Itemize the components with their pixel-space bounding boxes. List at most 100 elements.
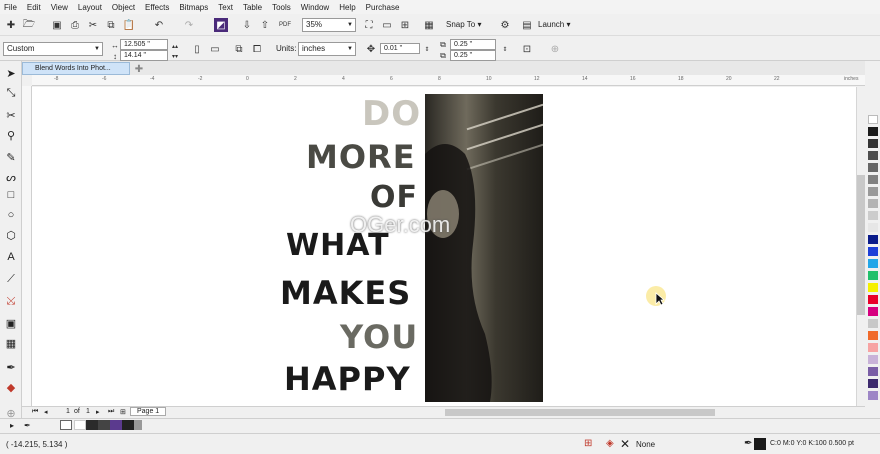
- palette-eyedropper-icon[interactable]: ✒: [24, 421, 31, 430]
- palette-swatch[interactable]: [868, 247, 878, 256]
- palette-arrow-icon[interactable]: ▸: [10, 421, 14, 430]
- connector-tool-icon[interactable]: ⟋: [3, 271, 19, 287]
- rulers-icon[interactable]: ⊞: [398, 18, 412, 32]
- zoom-combo[interactable]: 35% ▼: [302, 18, 356, 32]
- menu-table[interactable]: Table: [243, 3, 262, 12]
- undo-icon[interactable]: ↶: [152, 18, 166, 32]
- menu-bitmaps[interactable]: Bitmaps: [179, 3, 208, 12]
- portrait-photo[interactable]: [425, 94, 543, 402]
- artistic-media-icon[interactable]: ᔕ: [3, 169, 19, 185]
- duplicate-spin-icon[interactable]: ⇕: [498, 42, 512, 56]
- pick-tool-icon[interactable]: ➤: [3, 65, 19, 81]
- palette-swatch[interactable]: [868, 175, 878, 184]
- palette-swatch[interactable]: [868, 151, 878, 160]
- launch-icon[interactable]: ▤: [520, 18, 534, 32]
- import-icon[interactable]: ⇩: [240, 18, 254, 32]
- nudge-field[interactable]: 0.01 ": [380, 43, 420, 54]
- treat-as-filled-icon[interactable]: ⊡: [520, 42, 534, 56]
- zoom-tool-icon[interactable]: ⚲: [3, 127, 19, 143]
- fill-bucket-icon[interactable]: ◈: [606, 438, 614, 449]
- palette-swatch[interactable]: [868, 187, 878, 196]
- cut-icon[interactable]: ✂: [86, 18, 100, 32]
- duplicate-y-field[interactable]: 0.25 ": [450, 50, 496, 61]
- menu-object[interactable]: Object: [112, 3, 135, 12]
- no-color-swatch[interactable]: [60, 420, 72, 430]
- palette-swatch[interactable]: [868, 211, 878, 220]
- text-tool-icon[interactable]: A: [3, 249, 19, 265]
- menu-text[interactable]: Text: [218, 3, 233, 12]
- palette-swatch[interactable]: [868, 367, 878, 376]
- art-line-2[interactable]: MORE: [306, 138, 416, 176]
- search-content-icon[interactable]: ◩: [214, 18, 228, 32]
- last-page-icon[interactable]: ⏭: [108, 408, 114, 416]
- palette-swatch[interactable]: [868, 355, 878, 364]
- palette-swatch[interactable]: [868, 379, 878, 388]
- palette-swatch[interactable]: [868, 139, 878, 148]
- palette-swatch[interactable]: [868, 259, 878, 268]
- copy-icon[interactable]: ⧉: [104, 18, 118, 32]
- redo-icon[interactable]: ↷: [182, 18, 196, 32]
- document-tab[interactable]: Blend Words Into Phot...: [22, 62, 130, 75]
- menu-effects[interactable]: Effects: [145, 3, 169, 12]
- page-width-field[interactable]: 12.505 ": [120, 39, 168, 50]
- ellipse-tool-icon[interactable]: ○: [3, 207, 19, 223]
- palette-swatch[interactable]: [868, 235, 878, 244]
- snap-to-button[interactable]: Snap To ▾: [446, 19, 481, 31]
- units-combo[interactable]: inches ▼: [298, 42, 356, 56]
- menu-view[interactable]: View: [51, 3, 68, 12]
- export-icon[interactable]: ⇧: [258, 18, 272, 32]
- crop-tool-icon[interactable]: ✂: [3, 107, 19, 123]
- all-pages-icon[interactable]: ⧉: [232, 42, 246, 56]
- menu-purchase[interactable]: Purchase: [366, 3, 400, 12]
- first-page-icon[interactable]: ⏮: [32, 408, 38, 416]
- art-line-7[interactable]: HAPPY: [284, 360, 411, 398]
- portrait-icon[interactable]: ▯: [190, 42, 204, 56]
- launch-button[interactable]: Launch ▾: [538, 19, 571, 31]
- palette-swatch[interactable]: [868, 199, 878, 208]
- palette-swatch[interactable]: [868, 331, 878, 340]
- rectangle-tool-icon[interactable]: □: [3, 187, 19, 203]
- palette-swatch[interactable]: [868, 391, 878, 400]
- menu-help[interactable]: Help: [339, 3, 355, 12]
- next-page-icon[interactable]: ▸: [96, 408, 100, 416]
- menu-tools[interactable]: Tools: [272, 3, 291, 12]
- open-icon[interactable]: 🗁: [22, 18, 36, 32]
- new-document-icon[interactable]: ✚: [4, 18, 18, 32]
- swatch-purple[interactable]: [110, 420, 122, 430]
- art-line-3[interactable]: OF: [370, 180, 418, 215]
- page-height-field[interactable]: 14.14 ": [120, 50, 168, 61]
- palette-swatch[interactable]: [868, 271, 878, 280]
- nudge-spin-icon[interactable]: ⇕: [420, 42, 434, 56]
- menu-edit[interactable]: Edit: [27, 3, 41, 12]
- current-page-icon[interactable]: ⧠: [250, 42, 264, 56]
- swatch-white[interactable]: [74, 420, 86, 430]
- add-page-icon[interactable]: ⊞: [120, 408, 126, 416]
- publish-pdf-icon[interactable]: PDF: [278, 18, 292, 32]
- eyedropper-tool-icon[interactable]: ✒: [3, 359, 19, 375]
- palette-swatch[interactable]: [868, 127, 878, 136]
- art-line-5[interactable]: MAKES: [280, 274, 411, 312]
- palette-swatch[interactable]: [868, 295, 878, 304]
- fill-tool-icon[interactable]: ◆: [3, 379, 19, 395]
- swatch-charcoal[interactable]: [122, 420, 134, 430]
- color-proof-icon[interactable]: ⊞: [584, 438, 592, 449]
- shape-tool-icon[interactable]: ⤡: [3, 85, 19, 101]
- add-target-icon[interactable]: ⊕: [548, 42, 562, 56]
- paste-icon[interactable]: 📋: [122, 18, 136, 32]
- freehand-tool-icon[interactable]: ✎: [3, 149, 19, 165]
- options-gear-icon[interactable]: ⚙: [498, 18, 512, 32]
- menu-window[interactable]: Window: [301, 3, 329, 12]
- blend-tool-icon[interactable]: ⤩: [3, 293, 19, 309]
- menu-layout[interactable]: Layout: [78, 3, 102, 12]
- palette-swatch[interactable]: [868, 115, 878, 124]
- palette-swatch[interactable]: [868, 319, 878, 328]
- swatch-gray[interactable]: [134, 420, 142, 430]
- checkerboard-icon[interactable]: ▦: [3, 335, 19, 351]
- outline-pen-icon[interactable]: ✒: [744, 438, 752, 449]
- palette-swatch[interactable]: [868, 343, 878, 352]
- landscape-icon[interactable]: ▭: [208, 42, 222, 56]
- swatch-black[interactable]: [86, 420, 98, 430]
- save-icon[interactable]: ▣: [50, 18, 64, 32]
- palette-swatch[interactable]: [868, 163, 878, 172]
- grid-icon[interactable]: ▦: [422, 18, 436, 32]
